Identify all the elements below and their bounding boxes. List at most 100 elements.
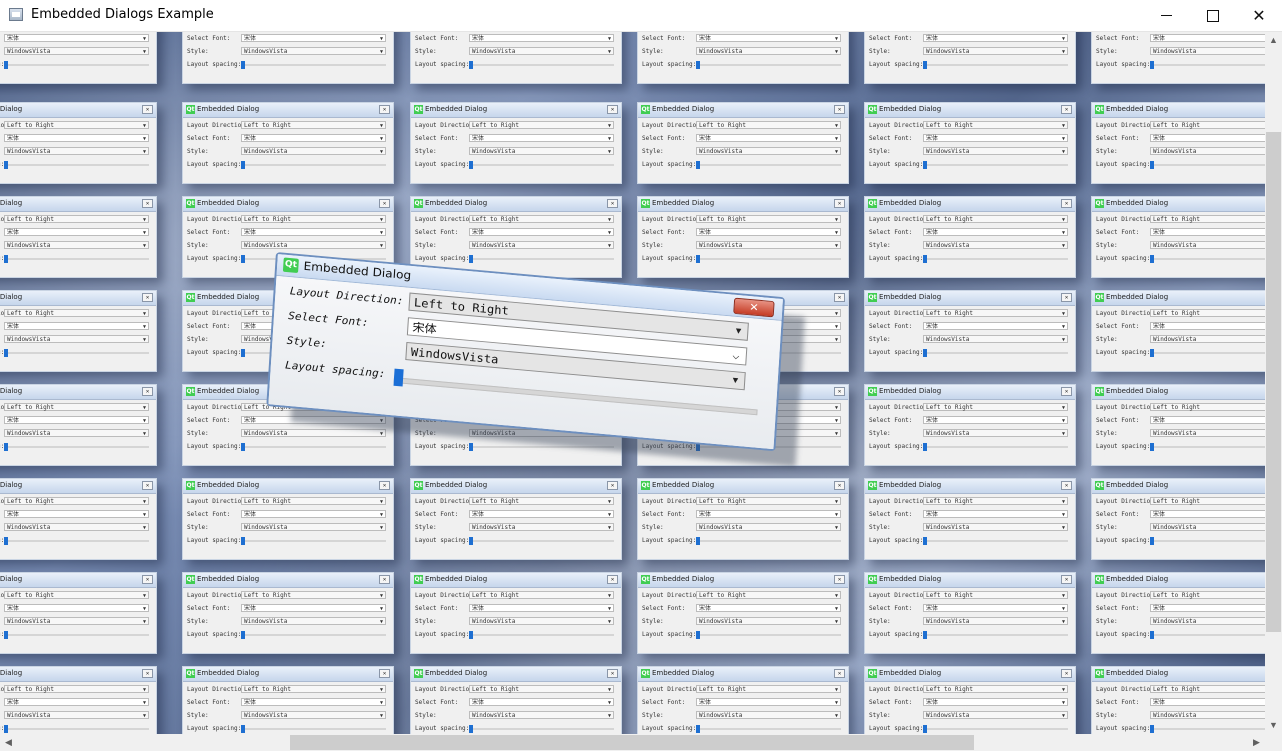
- layout-direction-combo[interactable]: Left to Right ▼: [469, 591, 614, 599]
- embedded-dialog-thumbnail[interactable]: Qt Embedded Dialog ✕ Layout Direction: L…: [182, 666, 394, 734]
- style-combo[interactable]: WindowsVista ▼: [4, 47, 149, 55]
- style-combo[interactable]: WindowsVista ▼: [923, 47, 1068, 55]
- embedded-dialog-thumbnail[interactable]: Qt Embedded Dialog ✕ Layout Direction: L…: [864, 666, 1076, 734]
- layout-spacing-slider-track[interactable]: [1150, 728, 1265, 730]
- layout-direction-combo[interactable]: Left to Right ▼: [469, 497, 614, 505]
- layout-direction-combo[interactable]: Left to Right ▼: [1150, 215, 1265, 223]
- layout-spacing-slider-handle[interactable]: [241, 161, 245, 169]
- style-combo[interactable]: WindowsVista ▼: [469, 47, 614, 55]
- dialog-titlebar[interactable]: Qt Embedded Dialog ✕: [183, 197, 393, 212]
- layout-spacing-slider-track[interactable]: [469, 164, 614, 166]
- dialog-titlebar[interactable]: Qt Embedded Dialog ✕: [411, 573, 621, 588]
- layout-direction-combo[interactable]: Left to Right ▼: [4, 403, 149, 411]
- embedded-dialog-thumbnail[interactable]: Qt Embedded Dialog ✕ Layout Direction: L…: [864, 102, 1076, 184]
- layout-spacing-slider-handle[interactable]: [241, 443, 245, 451]
- embedded-dialog-thumbnail[interactable]: Qt Embedded Dialog ✕ Layout Direction: L…: [864, 478, 1076, 560]
- layout-spacing-slider-handle[interactable]: [469, 631, 473, 639]
- style-combo[interactable]: WindowsVista ▼: [241, 147, 386, 155]
- layout-spacing-slider-track[interactable]: [1150, 352, 1265, 354]
- style-combo[interactable]: WindowsVista ▼: [1150, 617, 1265, 625]
- dialog-titlebar[interactable]: Qt Embedded Dialog ✕: [0, 573, 156, 588]
- layout-spacing-slider-handle[interactable]: [4, 255, 8, 263]
- style-combo[interactable]: WindowsVista ▼: [469, 617, 614, 625]
- embedded-dialog-thumbnail[interactable]: Qt Embedded Dialog ✕ Layout Direction: L…: [1091, 478, 1265, 560]
- layout-direction-combo[interactable]: Left to Right ▼: [4, 215, 149, 223]
- layout-spacing-slider-handle[interactable]: [923, 725, 927, 733]
- layout-direction-combo[interactable]: Left to Right ▼: [923, 215, 1068, 223]
- layout-spacing-slider-track[interactable]: [1150, 164, 1265, 166]
- layout-spacing-slider-handle[interactable]: [923, 349, 927, 357]
- dialog-close-icon[interactable]: ✕: [142, 481, 153, 490]
- select-font-combo[interactable]: 宋体 ▼: [4, 228, 149, 236]
- layout-spacing-slider-handle[interactable]: [393, 368, 404, 387]
- layout-spacing-slider-track[interactable]: [469, 540, 614, 542]
- style-combo[interactable]: WindowsVista ▼: [696, 147, 841, 155]
- dialog-close-icon[interactable]: ✕: [1061, 105, 1072, 114]
- dialog-titlebar[interactable]: Qt Embedded Dialog ✕: [183, 573, 393, 588]
- style-combo[interactable]: WindowsVista ▼: [469, 711, 614, 719]
- embedded-dialog-thumbnail[interactable]: Qt Embedded Dialog ✕ Layout Direction: L…: [410, 666, 622, 734]
- style-combo[interactable]: WindowsVista ▼: [241, 617, 386, 625]
- layout-direction-combo[interactable]: Left to Right ▼: [1150, 685, 1265, 693]
- dialog-close-icon[interactable]: ✕: [607, 199, 618, 208]
- minimize-button[interactable]: [1144, 0, 1190, 31]
- layout-spacing-slider-track[interactable]: [469, 728, 614, 730]
- layout-direction-combo[interactable]: Left to Right ▼: [923, 309, 1068, 317]
- dialog-titlebar[interactable]: Qt Embedded Dialog ✕: [1092, 103, 1265, 118]
- layout-spacing-slider-handle[interactable]: [241, 725, 245, 733]
- style-combo[interactable]: WindowsVista ▼: [241, 711, 386, 719]
- layout-spacing-slider-handle[interactable]: [1150, 61, 1154, 69]
- layout-spacing-slider-track[interactable]: [241, 634, 386, 636]
- dialog-titlebar[interactable]: Qt Embedded Dialog ✕: [1092, 291, 1265, 306]
- embedded-dialog-thumbnail[interactable]: Qt Embedded Dialog ✕ Layout Direction: L…: [182, 478, 394, 560]
- select-font-combo[interactable]: 宋体 ▼: [4, 416, 149, 424]
- layout-spacing-slider-handle[interactable]: [241, 631, 245, 639]
- dialog-close-icon[interactable]: ✕: [1061, 669, 1072, 678]
- layout-direction-combo[interactable]: Left to Right ▼: [469, 215, 614, 223]
- layout-spacing-slider-track[interactable]: [469, 64, 614, 66]
- layout-spacing-slider-track[interactable]: [241, 64, 386, 66]
- select-font-combo[interactable]: 宋体 ▼: [1150, 34, 1265, 42]
- dialog-close-icon[interactable]: ✕: [142, 575, 153, 584]
- style-combo[interactable]: WindowsVista ▼: [4, 523, 149, 531]
- layout-spacing-slider-handle[interactable]: [1150, 161, 1154, 169]
- scroll-up-icon[interactable]: ▲: [1265, 32, 1282, 49]
- dialog-close-icon[interactable]: ✕: [1061, 387, 1072, 396]
- dialog-titlebar[interactable]: Qt Embedded Dialog ✕: [411, 103, 621, 118]
- select-font-combo[interactable]: 宋体 ▼: [469, 34, 614, 42]
- layout-spacing-slider-handle[interactable]: [923, 631, 927, 639]
- dialog-close-icon[interactable]: ✕: [607, 481, 618, 490]
- dialog-close-icon[interactable]: ✕: [142, 669, 153, 678]
- dialog-titlebar[interactable]: Qt Embedded Dialog ✕: [0, 291, 156, 306]
- layout-spacing-slider-track[interactable]: [4, 446, 149, 448]
- layout-spacing-slider-handle[interactable]: [923, 443, 927, 451]
- layout-spacing-slider-track[interactable]: [923, 634, 1068, 636]
- layout-spacing-slider-track[interactable]: [4, 540, 149, 542]
- select-font-combo[interactable]: 宋体 ▼: [1150, 698, 1265, 706]
- embedded-dialog-thumbnail[interactable]: Qt Embedded Dialog ✕ Layout Direction: L…: [410, 572, 622, 654]
- dialog-titlebar[interactable]: Qt Embedded Dialog ✕: [865, 103, 1075, 118]
- select-font-combo[interactable]: 宋体 ▼: [923, 322, 1068, 330]
- select-font-combo[interactable]: 宋体 ▼: [923, 604, 1068, 612]
- dialog-close-icon[interactable]: ✕: [379, 105, 390, 114]
- style-combo[interactable]: WindowsVista ▼: [923, 335, 1068, 343]
- style-combo[interactable]: WindowsVista ▼: [241, 47, 386, 55]
- layout-spacing-slider-track[interactable]: [923, 64, 1068, 66]
- embedded-dialog-thumbnail[interactable]: Qt Embedded Dialog ✕ Layout Direction: L…: [1091, 32, 1265, 84]
- dialog-titlebar[interactable]: Qt Embedded Dialog ✕: [0, 103, 156, 118]
- layout-direction-combo[interactable]: Left to Right ▼: [469, 121, 614, 129]
- select-font-combo[interactable]: 宋体 ▼: [469, 604, 614, 612]
- style-combo[interactable]: WindowsVista ▼: [696, 617, 841, 625]
- layout-direction-combo[interactable]: Left to Right ▼: [1150, 591, 1265, 599]
- select-font-combo[interactable]: 宋体 ▼: [1150, 510, 1265, 518]
- dialog-titlebar[interactable]: Qt Embedded Dialog ✕: [865, 385, 1075, 400]
- maximize-button[interactable]: [1190, 0, 1236, 31]
- layout-spacing-slider-track[interactable]: [696, 164, 841, 166]
- embedded-dialog-thumbnail[interactable]: Qt Embedded Dialog ✕ Layout Direction: L…: [0, 572, 157, 654]
- layout-spacing-slider-handle[interactable]: [4, 161, 8, 169]
- select-font-combo[interactable]: 宋体 ▼: [4, 698, 149, 706]
- dialog-close-icon[interactable]: ✕: [607, 669, 618, 678]
- dialog-close-icon[interactable]: ✕: [142, 105, 153, 114]
- embedded-dialog-thumbnail[interactable]: Qt Embedded Dialog ✕ Layout Direction: L…: [1091, 196, 1265, 278]
- layout-direction-combo[interactable]: Left to Right ▼: [696, 685, 841, 693]
